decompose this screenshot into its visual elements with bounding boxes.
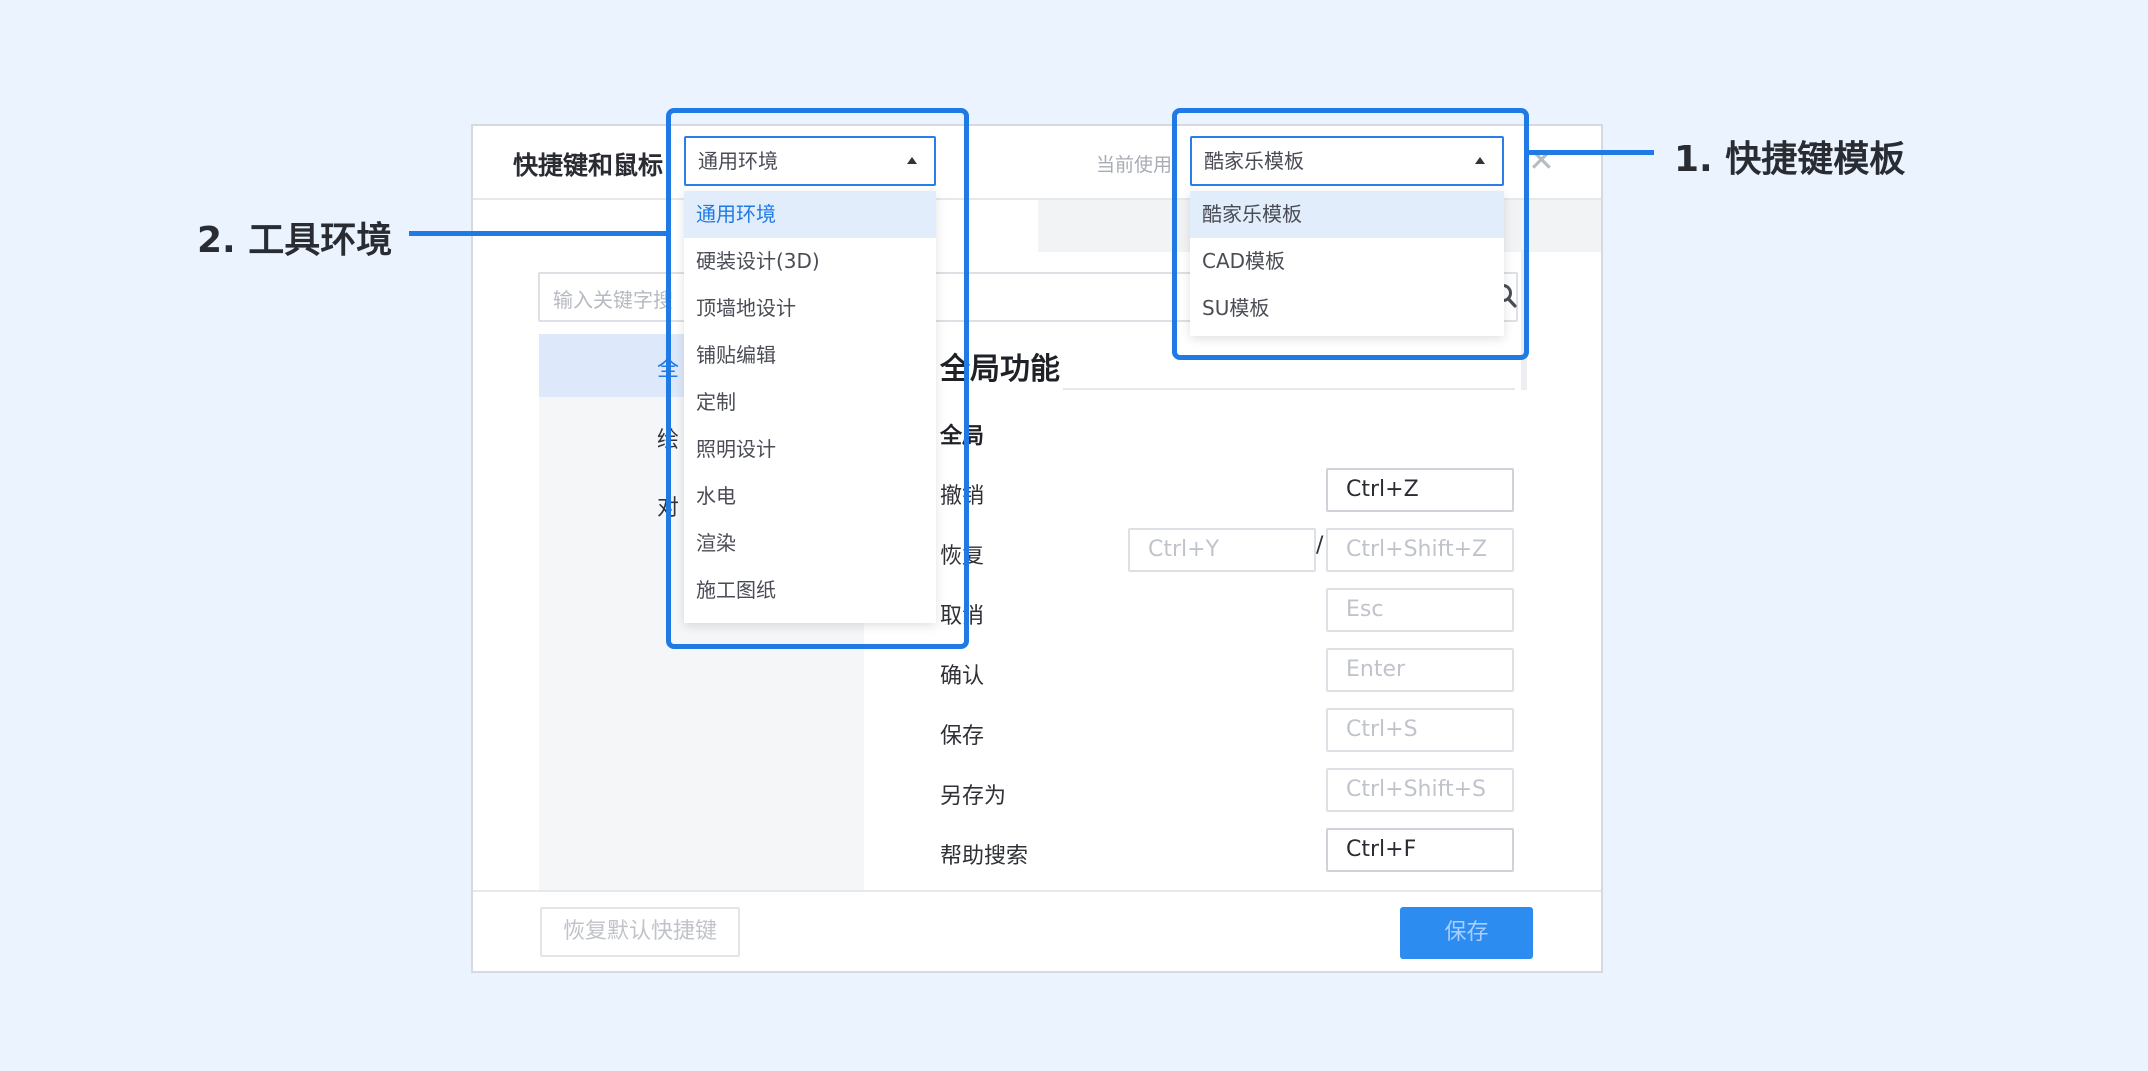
shortcut-label-help-search: 帮助搜索 bbox=[940, 844, 1029, 869]
key-field-help-search[interactable]: Ctrl+F bbox=[1326, 828, 1514, 872]
close-icon[interactable]: ✕ bbox=[1528, 140, 1555, 180]
key-field-redo-alt[interactable]: Ctrl+Y bbox=[1128, 528, 1316, 572]
key-field-cancel[interactable]: Esc bbox=[1326, 588, 1514, 632]
template-highlight-box bbox=[1172, 108, 1529, 360]
template-callout-line bbox=[1529, 150, 1654, 155]
key-field-redo[interactable]: Ctrl+Shift+Z bbox=[1326, 528, 1514, 572]
dialog-title: 快捷键和鼠标 bbox=[513, 151, 664, 180]
environment-callout: 2. 工具环境 bbox=[197, 220, 393, 261]
section-divider bbox=[1063, 388, 1515, 390]
footer-divider bbox=[473, 890, 1601, 892]
shortcut-label-confirm: 确认 bbox=[940, 664, 985, 689]
key-field-undo[interactable]: Ctrl+Z bbox=[1326, 468, 1514, 512]
key-field-save[interactable]: Ctrl+S bbox=[1326, 708, 1514, 752]
shortcut-label-save: 保存 bbox=[940, 724, 985, 749]
current-use-label: 当前使用 bbox=[1096, 154, 1173, 176]
key-field-save-as[interactable]: Ctrl+Shift+S bbox=[1326, 768, 1514, 812]
environment-callout-line bbox=[409, 231, 666, 236]
restore-default-button[interactable]: 恢复默认快捷键 bbox=[540, 907, 740, 957]
environment-highlight-box bbox=[666, 108, 969, 649]
search-placeholder: 输入关键字搜 bbox=[553, 288, 673, 312]
key-field-confirm[interactable]: Enter bbox=[1326, 648, 1514, 692]
key-separator: / bbox=[1316, 533, 1324, 558]
save-button[interactable]: 保存 bbox=[1400, 907, 1533, 959]
shortcut-label-save-as: 另存为 bbox=[940, 784, 1007, 809]
template-callout: 1. 快捷键模板 bbox=[1674, 139, 1906, 180]
